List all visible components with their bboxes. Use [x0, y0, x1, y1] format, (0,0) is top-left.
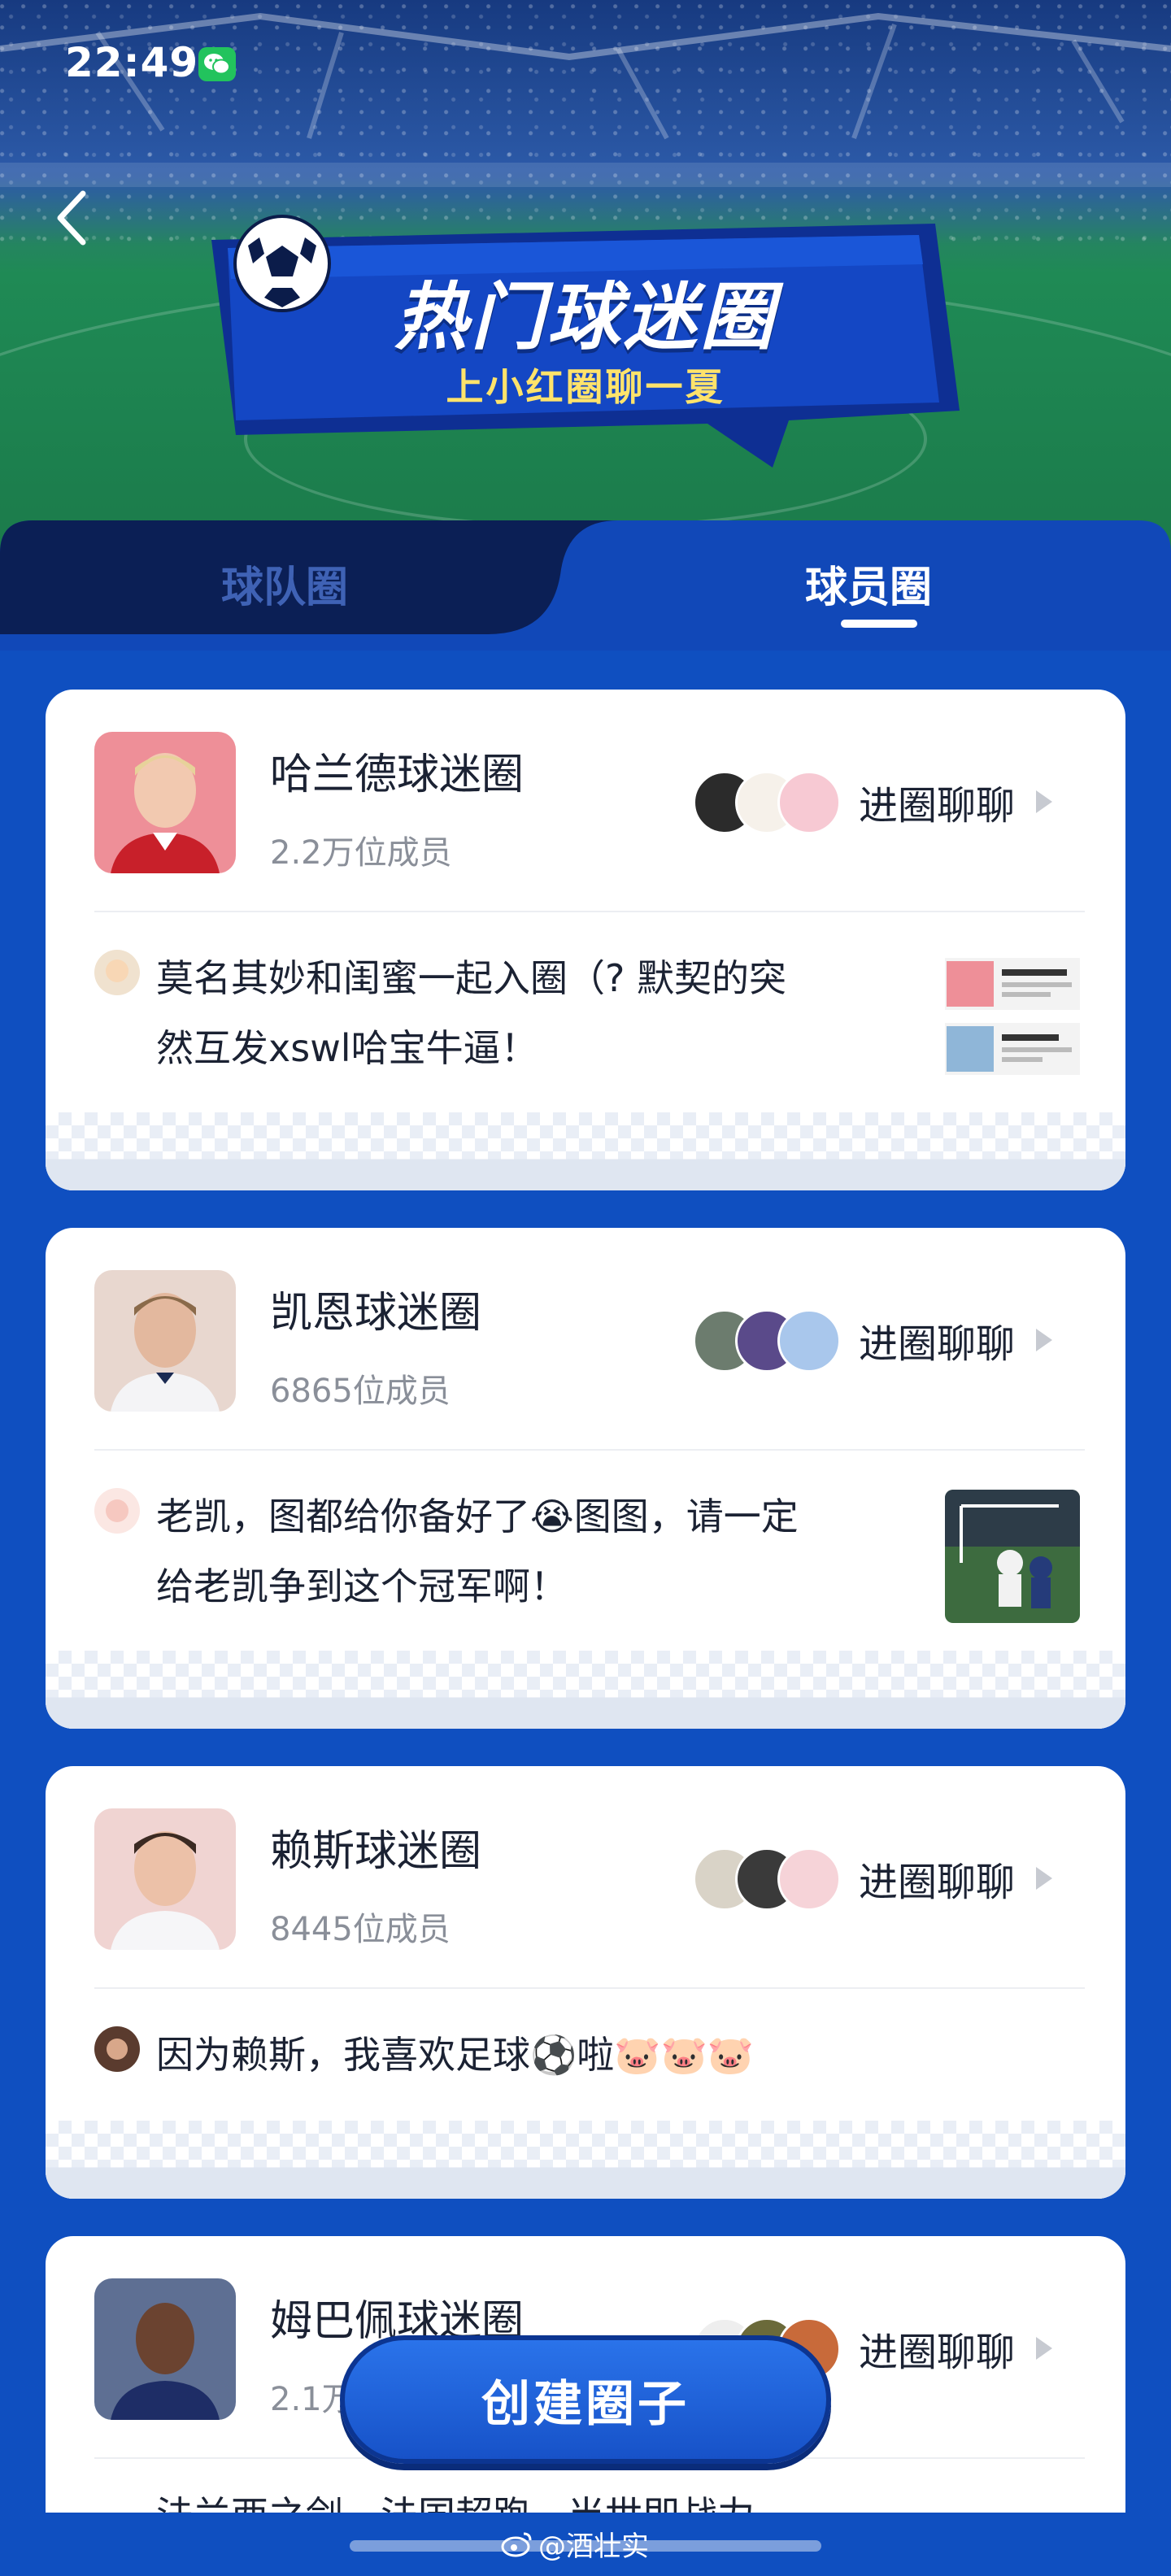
play-arrow-icon: [1036, 790, 1053, 813]
member-avatars: [693, 771, 847, 836]
join-label: 进圈聊聊: [859, 2330, 1016, 2375]
post-line: 因为赖斯，我喜欢足球⚽啦🐷🐷🐷: [156, 2033, 755, 2077]
post-line: 老凯，图都给你备好了😭图图，请一定: [156, 1495, 799, 1538]
join-label: 进圈聊聊: [859, 1321, 1016, 1367]
post-preview[interactable]: 莫名其妙和闺蜜一起入圈（? 默契的突 然互发xswl哈宝牛逼！: [156, 943, 937, 1083]
poster-avatar: [94, 950, 140, 995]
circle-card-rice[interactable]: 赖斯球迷圈 8445位成员 进圈聊聊 因为赖斯，我喜欢足球⚽啦🐷🐷🐷: [46, 1766, 1125, 2199]
member-avatars: [693, 1847, 847, 1912]
poster-avatar: [94, 2026, 140, 2072]
member-avatar: [777, 1309, 841, 1373]
tab-players[interactable]: 球员圈: [805, 553, 932, 614]
back-arrow-icon[interactable]: [52, 185, 93, 250]
member-avatars: [693, 1309, 847, 1374]
circle-avatar: [94, 732, 236, 873]
divider: [94, 1987, 1085, 1989]
post-line: 法兰西之剑，法国超跑，当世即战力: [156, 2480, 937, 2513]
weibo-icon: [501, 2532, 532, 2556]
circle-card-kane[interactable]: 凯恩球迷圈 6865位成员 进圈聊聊 老凯，图都给你备好了😭图图，请一定 给老凯…: [46, 1228, 1125, 1729]
post-line: 给老凯争到这个冠军啊！: [156, 1564, 568, 1608]
poster-avatar: [94, 1488, 140, 1534]
play-arrow-icon: [1036, 2337, 1053, 2360]
circle-avatar: [94, 2278, 236, 2420]
circle-card-haaland[interactable]: 哈兰德球迷圈 2.2万位成员 进圈聊聊 莫名其妙和闺蜜一起入圈（? 默契的突 然…: [46, 690, 1125, 1190]
member-count: 2.2万位成员: [270, 834, 452, 872]
divider: [94, 911, 1085, 912]
tab-bar: 球队圈 球员圈: [0, 520, 1171, 651]
status-time: 22:49: [65, 39, 199, 86]
join-circle-button[interactable]: 进圈聊聊: [859, 2316, 1095, 2381]
join-label: 进圈聊聊: [859, 783, 1016, 829]
post-preview[interactable]: 法兰西之剑，法国超跑，当世即战力: [156, 2480, 937, 2513]
soccer-ball-icon: [233, 215, 331, 312]
join-circle-button[interactable]: 进圈聊聊: [859, 1846, 1095, 1911]
circle-name: 哈兰德球迷圈: [270, 751, 525, 799]
create-circle-label: 创建圈子: [481, 2375, 690, 2433]
post-preview[interactable]: 因为赖斯，我喜欢足球⚽啦🐷🐷🐷: [156, 2020, 937, 2090]
card-footer: [46, 2171, 1125, 2199]
join-circle-button[interactable]: 进圈聊聊: [859, 1308, 1095, 1373]
circle-avatar: [94, 1808, 236, 1950]
circle-name: 凯恩球迷圈: [270, 1289, 482, 1338]
post-line: 然互发xswl哈宝牛逼！: [156, 1026, 538, 1070]
post-thumbnail: [945, 951, 1080, 1085]
circle-avatar: [94, 1270, 236, 1412]
tab-teams[interactable]: 球队圈: [221, 553, 348, 614]
member-count: 6865位成员: [270, 1373, 451, 1410]
post-preview[interactable]: 老凯，图都给你备好了😭图图，请一定 给老凯争到这个冠军啊！: [156, 1482, 937, 1621]
play-arrow-icon: [1036, 1867, 1053, 1890]
post-thumbnail: [945, 1490, 1080, 1623]
watermark-text: @酒壮实: [538, 2530, 649, 2563]
divider: [94, 1449, 1085, 1451]
watermark: @酒壮实: [501, 2524, 649, 2564]
join-circle-button[interactable]: 进圈聊聊: [859, 769, 1095, 834]
active-tab-indicator: [841, 620, 917, 628]
member-avatar: [777, 771, 841, 834]
wechat-icon: [198, 47, 236, 81]
join-label: 进圈聊聊: [859, 1860, 1016, 1905]
card-footer: [46, 1701, 1125, 1729]
banner-subtitle: 上小红圈聊一夏: [446, 365, 725, 409]
member-count: 8445位成员: [270, 1911, 451, 1948]
post-line: 莫名其妙和闺蜜一起入圈（? 默契的突: [156, 956, 787, 1000]
circle-name: 赖斯球迷圈: [270, 1827, 482, 1876]
header-banner: 22:49 热门球迷圈 上小红圈聊一夏: [0, 0, 1171, 569]
create-circle-button[interactable]: 创建圈子: [340, 2335, 831, 2464]
card-footer: [46, 1163, 1125, 1190]
play-arrow-icon: [1036, 1329, 1053, 1351]
member-avatar: [777, 1847, 841, 1911]
